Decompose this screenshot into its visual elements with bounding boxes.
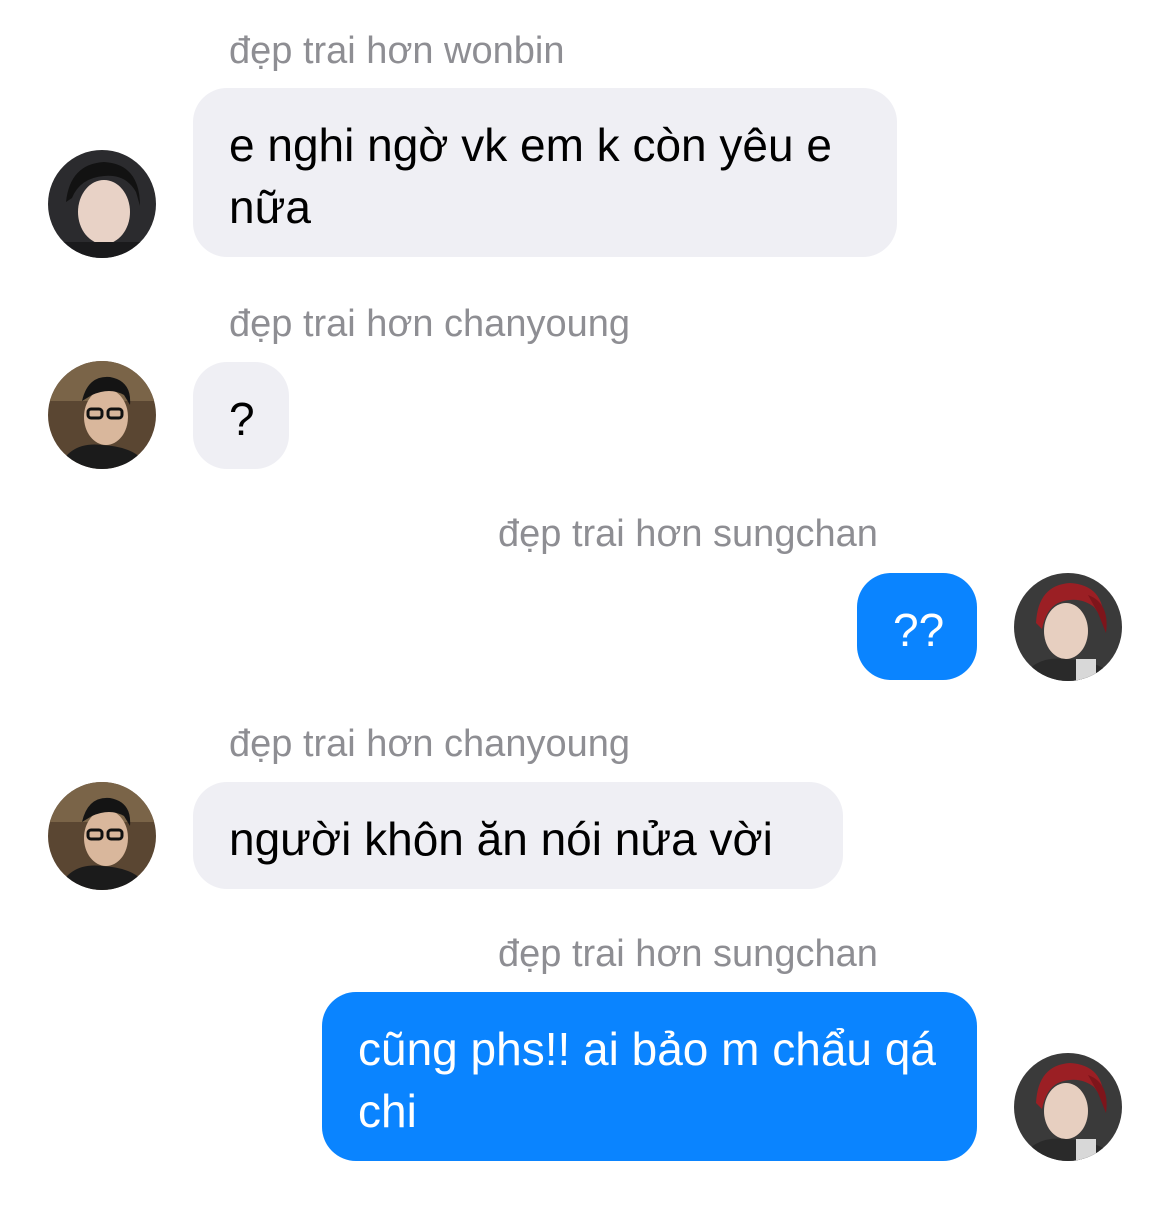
sender-name: đẹp trai hơn sungchan — [498, 513, 878, 555]
sender-name: đẹp trai hơn chanyoung — [229, 303, 630, 345]
message-bubble[interactable]: e nghi ngờ vk em k còn yêu e nữa — [193, 88, 897, 257]
avatar[interactable] — [48, 150, 156, 258]
message-bubble[interactable]: ? — [193, 362, 289, 469]
avatar[interactable] — [1014, 573, 1122, 681]
message-bubble[interactable]: cũng phs!! ai bảo m chẩu qá chi — [322, 992, 977, 1161]
avatar[interactable] — [1014, 1053, 1122, 1161]
avatar[interactable] — [48, 361, 156, 469]
message-bubble[interactable]: ?? — [857, 573, 977, 680]
sender-name: đẹp trai hơn sungchan — [498, 933, 878, 975]
message-bubble[interactable]: người khôn ăn nói nửa vời — [193, 782, 843, 889]
avatar[interactable] — [48, 782, 156, 890]
sender-name: đẹp trai hơn chanyoung — [229, 723, 630, 765]
sender-name: đẹp trai hơn wonbin — [229, 30, 565, 72]
